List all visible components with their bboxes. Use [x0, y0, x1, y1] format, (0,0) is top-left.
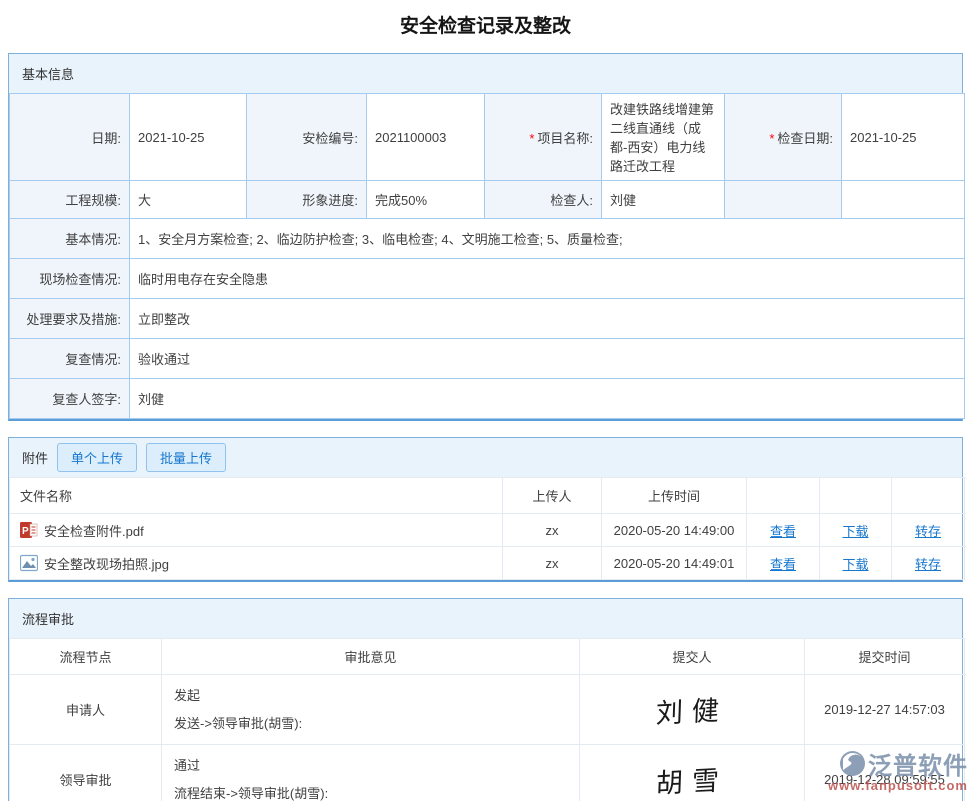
attachments-header: 附件 单个上传 批量上传	[9, 438, 962, 477]
view-link[interactable]: 查看	[770, 557, 796, 572]
opinion-line1: 通过	[174, 752, 567, 780]
check-date-value: 2021-10-25	[842, 94, 965, 181]
progress-label: 形象进度:	[247, 181, 367, 219]
flow-node-cell: 领导审批	[10, 745, 162, 801]
file-name-text: 安全整改现场拍照.jpg	[44, 554, 169, 573]
project-name-label-text: 项目名称:	[537, 131, 593, 146]
basic-info-table: 日期: 2021-10-25 安检编号: 2021100003 *项目名称: 改…	[9, 93, 965, 419]
inspector-label: 检查人:	[485, 181, 602, 219]
basic-info-section-title: 基本信息	[9, 54, 962, 93]
opinion-cell: 通过 流程结束->领导审批(胡雪):	[162, 745, 580, 801]
date-label: 日期:	[10, 94, 130, 181]
download-cell: 下载	[820, 547, 892, 580]
project-name-value: 改建铁路线增建第二线直通线（成都-西安）电力线路迁改工程	[602, 94, 725, 181]
saveas-link[interactable]: 转存	[915, 524, 941, 539]
upload-time-cell: 2020-05-20 14:49:01	[602, 547, 747, 580]
submit-time-cell: 2019-12-28 09:59:55	[805, 745, 965, 801]
uploader-cell: zx	[503, 547, 602, 580]
attachments-table: 文件名称 上传人 上传时间 P	[9, 477, 965, 580]
site-check-label: 现场检查情况:	[10, 259, 130, 299]
view-cell: 查看	[747, 514, 820, 547]
file-name-cell: P 安全检查附件.pdf	[10, 514, 503, 547]
file-name-cell: 安全整改现场拍照.jpg	[10, 547, 503, 580]
review-sign-value: 刘健	[130, 379, 965, 419]
download-link[interactable]: 下载	[842, 557, 868, 572]
svg-text:P: P	[22, 526, 29, 537]
page: 安全检查记录及整改 基本信息 日期: 2021-10-25 安检编号: 2021…	[0, 0, 971, 801]
site-check-value: 临时用电存在安全隐患	[130, 259, 965, 299]
empty-label-cell	[725, 181, 842, 219]
batch-upload-button[interactable]: 批量上传	[146, 443, 226, 472]
col-submitter: 提交人	[580, 639, 805, 675]
uploader-cell: zx	[503, 514, 602, 547]
approval-row: 申请人 发起 发送->领导审批(胡雪): 刘健 2019-12-27 14:57…	[10, 675, 965, 745]
submit-time-cell: 2019-12-27 14:57:03	[805, 675, 965, 745]
approval-row: 领导审批 通过 流程结束->领导审批(胡雪): 胡雪 2019-12-28 09…	[10, 745, 965, 801]
saveas-cell: 转存	[892, 547, 965, 580]
check-date-label: *检查日期:	[725, 94, 842, 181]
inspector-value: 刘健	[602, 181, 725, 219]
basic-info-section: 基本信息 日期: 2021-10-25 安检编号: 2021100003 *项目…	[8, 53, 963, 421]
progress-value: 完成50%	[367, 181, 485, 219]
download-cell: 下载	[820, 514, 892, 547]
basic-situation-label: 基本情况:	[10, 219, 130, 259]
view-cell: 查看	[747, 547, 820, 580]
measures-value: 立即整改	[130, 299, 965, 339]
upload-time-cell: 2020-05-20 14:49:00	[602, 514, 747, 547]
pdf-file-icon: P	[20, 521, 38, 539]
image-file-icon	[20, 554, 38, 572]
flow-node-cell: 申请人	[10, 675, 162, 745]
inspection-no-value: 2021100003	[367, 94, 485, 181]
col-flow-node: 流程节点	[10, 639, 162, 675]
scale-value: 大	[130, 181, 247, 219]
project-name-label: *项目名称:	[485, 94, 602, 181]
basic-situation-value: 1、安全月方案检查; 2、临边防护检查; 3、临电检查; 4、文明施工检查; 5…	[130, 219, 965, 259]
col-action-3	[892, 478, 965, 514]
review-sign-label: 复查人签字:	[10, 379, 130, 419]
measures-label: 处理要求及措施:	[10, 299, 130, 339]
col-file-name: 文件名称	[10, 478, 503, 514]
approval-section: 流程审批 流程节点 审批意见 提交人 提交时间 申请人 发起 发送->领导审批(…	[8, 598, 963, 801]
date-value: 2021-10-25	[130, 94, 247, 181]
opinion-cell: 发起 发送->领导审批(胡雪):	[162, 675, 580, 745]
approval-section-title: 流程审批	[9, 599, 962, 638]
submitter-cell: 刘健	[580, 675, 805, 745]
col-action-1	[747, 478, 820, 514]
col-submit-time: 提交时间	[805, 639, 965, 675]
file-name-text: 安全检查附件.pdf	[44, 521, 144, 540]
attachments-section: 附件 单个上传 批量上传 文件名称 上传人 上传时间	[8, 437, 963, 582]
attachment-row: P 安全检查附件.pdf zx 2020-05-20 14:49:00 查看 下…	[10, 514, 965, 547]
scale-label: 工程规模:	[10, 181, 130, 219]
download-link[interactable]: 下载	[842, 524, 868, 539]
saveas-link[interactable]: 转存	[915, 557, 941, 572]
attachment-row: 安全整改现场拍照.jpg zx 2020-05-20 14:49:01 查看 下…	[10, 547, 965, 580]
required-marker: *	[529, 131, 534, 146]
opinion-line2: 发送->领导审批(胡雪):	[174, 710, 567, 738]
opinion-line1: 发起	[174, 682, 567, 710]
check-date-label-text: 检查日期:	[777, 131, 833, 146]
empty-value-cell	[842, 181, 965, 219]
saveas-cell: 转存	[892, 514, 965, 547]
approval-table: 流程节点 审批意见 提交人 提交时间 申请人 发起 发送->领导审批(胡雪): …	[9, 638, 965, 801]
submitter-signature: 胡雪	[655, 758, 728, 801]
view-link[interactable]: 查看	[770, 524, 796, 539]
col-upload-time: 上传时间	[602, 478, 747, 514]
single-upload-button[interactable]: 单个上传	[57, 443, 137, 472]
review-label: 复查情况:	[10, 339, 130, 379]
submitter-signature: 刘健	[655, 688, 728, 731]
review-value: 验收通过	[130, 339, 965, 379]
opinion-line2: 流程结束->领导审批(胡雪):	[174, 780, 567, 801]
attachments-section-title: 附件	[22, 448, 48, 467]
required-marker: *	[769, 131, 774, 146]
submitter-cell: 胡雪	[580, 745, 805, 801]
col-approval-opinion: 审批意见	[162, 639, 580, 675]
inspection-no-label: 安检编号:	[247, 94, 367, 181]
col-uploader: 上传人	[503, 478, 602, 514]
page-title: 安全检查记录及整改	[8, 0, 963, 53]
col-action-2	[820, 478, 892, 514]
